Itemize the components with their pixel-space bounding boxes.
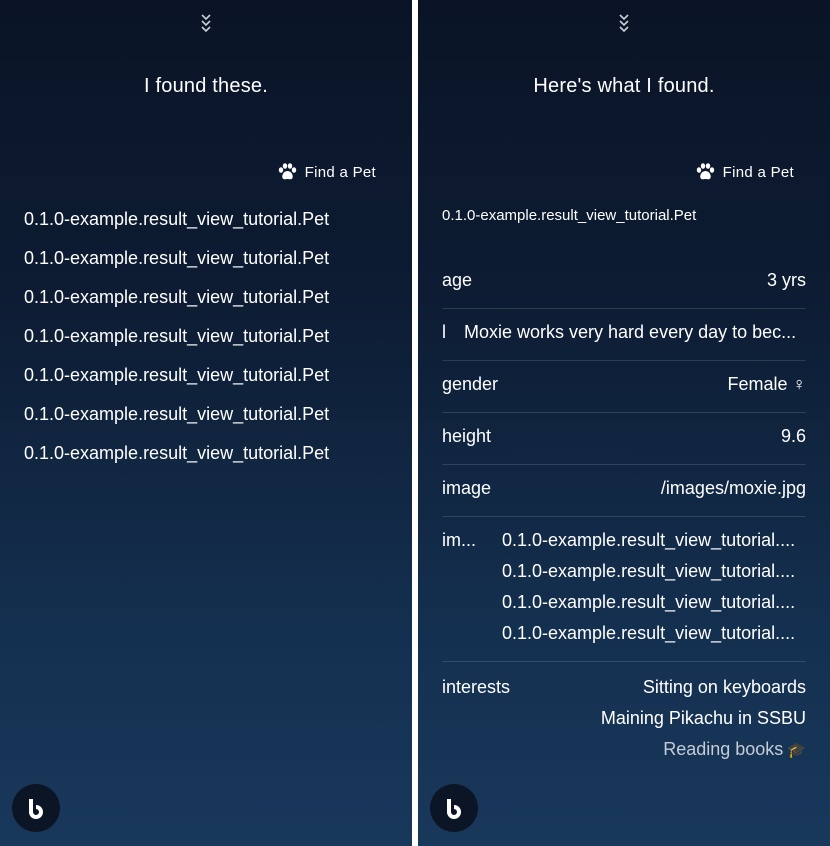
list-item: Sitting on keyboards [642, 677, 806, 697]
row-key: height [442, 426, 492, 446]
chevron-triple-down-icon[interactable] [614, 12, 634, 34]
bixby-icon [29, 799, 43, 819]
detail-row-description[interactable]: l Moxie works very hard every day to bec… [442, 309, 806, 361]
right-panel: Here's what I found. Find a Pet 0.1.0-ex… [418, 0, 830, 846]
capsule-name: Find a Pet [304, 163, 376, 181]
list-item[interactable]: 0.1.0-example.result_view_tutorial.Pet [24, 320, 388, 359]
bixby-button[interactable] [430, 784, 478, 832]
result-list: 0.1.0-example.result_view_tutorial.Pet 0… [24, 203, 388, 476]
headline: Here's what I found. [533, 75, 715, 97]
detail-row-gender: gender Female ♀ [442, 361, 806, 413]
capsule-label: Find a Pet [695, 162, 794, 182]
chevron-triple-down-icon[interactable] [196, 12, 216, 34]
list-item[interactable]: 0.1.0-example.result_view_tutorial.... [502, 530, 806, 561]
list-item[interactable]: 0.1.0-example.result_view_tutorial.Pet [24, 203, 388, 242]
row-key: age [442, 270, 473, 290]
row-value: Female ♀ [727, 374, 806, 394]
row-key: image [442, 478, 492, 498]
list-item[interactable]: 0.1.0-example.result_view_tutorial.Pet [24, 398, 388, 437]
row-key: gender [442, 374, 499, 394]
capsule-label: Find a Pet [277, 162, 376, 182]
list-item[interactable]: 0.1.0-example.result_view_tutorial.Pet [24, 242, 388, 281]
headline: I found these. [143, 75, 268, 97]
row-key: im... [442, 530, 476, 550]
graduation-cap-icon: 🎓 [787, 742, 806, 759]
detail-title: 0.1.0-example.result_view_tutorial.Pet [442, 207, 697, 224]
detail-row-image: image /images/moxie.jpg [442, 465, 806, 517]
list-item: Reading books 🎓 [601, 739, 806, 770]
list-item[interactable]: 0.1.0-example.result_view_tutorial.Pet [24, 437, 388, 476]
row-values: Sitting on keyboards Maining Pikachu in … [601, 677, 806, 770]
row-key: l [442, 322, 446, 342]
bixby-button[interactable] [12, 784, 60, 832]
detail-table: age 3 yrs l Moxie works very hard every … [442, 257, 806, 770]
row-value: Moxie works very hard every day to bec..… [464, 322, 797, 342]
list-item[interactable]: 0.1.0-example.result_view_tutorial.... [502, 592, 806, 623]
row-value: 3 yrs [766, 270, 806, 290]
row-value: /images/moxie.jpg [660, 478, 806, 498]
bixby-icon [447, 799, 461, 819]
screens: I found these. Find a Pet 0.1.0-example.… [0, 0, 830, 846]
detail-row-images: im... 0.1.0-example.result_view_tutorial… [442, 517, 806, 662]
list-item[interactable]: 0.1.0-example.result_view_tutorial.Pet [24, 359, 388, 398]
detail-row-interests: interests Sitting on keyboards Maining P… [442, 662, 806, 770]
paw-icon [278, 163, 296, 180]
list-item[interactable]: 0.1.0-example.result_view_tutorial.Pet [24, 281, 388, 320]
row-values: 0.1.0-example.result_view_tutorial.... 0… [502, 530, 806, 654]
row-value: 9.6 [780, 426, 806, 446]
list-item: Maining Pikachu in SSBU [600, 708, 806, 728]
interest-text: Reading books [663, 739, 784, 759]
paw-icon [696, 163, 714, 180]
list-item[interactable]: 0.1.0-example.result_view_tutorial.... [502, 561, 806, 592]
detail-row-age: age 3 yrs [442, 257, 806, 309]
left-panel: I found these. Find a Pet 0.1.0-example.… [0, 0, 412, 846]
capsule-name: Find a Pet [722, 163, 794, 181]
row-key: interests [442, 677, 511, 697]
list-item[interactable]: 0.1.0-example.result_view_tutorial.... [502, 623, 806, 654]
detail-row-height: height 9.6 [442, 413, 806, 465]
